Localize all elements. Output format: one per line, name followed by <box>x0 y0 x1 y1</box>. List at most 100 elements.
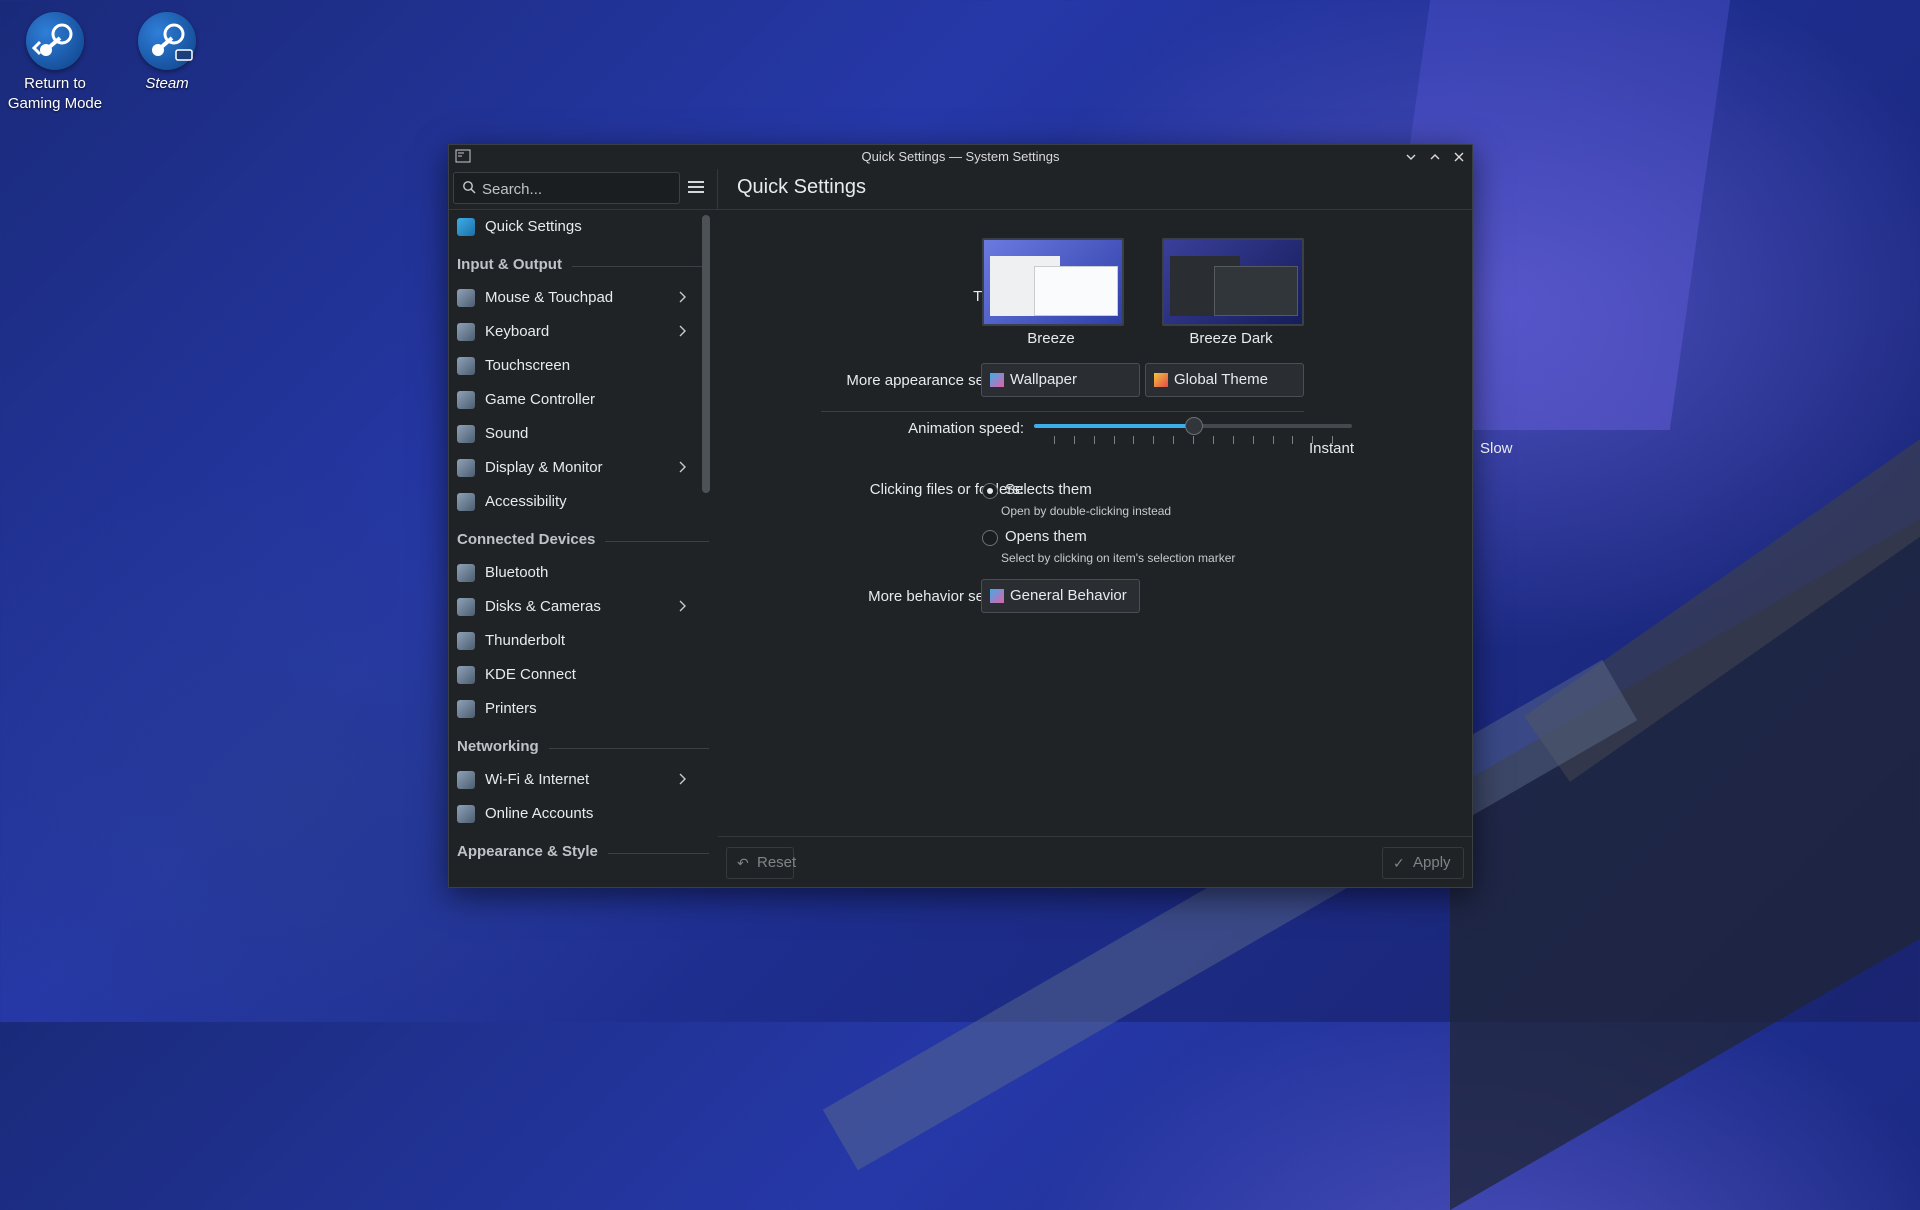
search-field[interactable] <box>453 172 680 204</box>
thunderbolt-icon <box>457 632 475 650</box>
sidebar-item-thunderbolt[interactable]: Thunderbolt <box>449 624 717 658</box>
chevron-down-icon <box>1406 154 1416 160</box>
apply-button[interactable]: ✓ Apply <box>1382 847 1464 879</box>
slider-tick <box>1113 436 1115 444</box>
sidebar-item-sound[interactable]: Sound <box>449 417 717 451</box>
maximize-button[interactable] <box>1426 148 1444 166</box>
slider-tick <box>1073 436 1075 444</box>
header-bar: Quick Settings <box>449 169 1472 210</box>
accounts-icon <box>457 805 475 823</box>
section-heading-text: Connected Devices <box>457 531 596 548</box>
radio-sublabel: Select by clicking on item's selection m… <box>1001 551 1236 565</box>
sidebar-item-touchscreen[interactable]: Touchscreen <box>449 349 717 383</box>
sidebar-item-mouse-touchpad[interactable]: Mouse & Touchpad <box>449 281 717 315</box>
animation-speed-slider[interactable] <box>1034 417 1352 435</box>
mouse-icon <box>457 289 475 307</box>
sidebar-item-display-monitor[interactable]: Display & Monitor <box>449 451 717 485</box>
sidebar-section-heading: Connected Devices <box>449 519 717 556</box>
section-rule <box>605 541 709 542</box>
chevron-right-icon <box>676 323 688 339</box>
theme-name: Breeze Dark <box>1189 330 1273 347</box>
radio-selects-them[interactable] <box>982 483 998 499</box>
chevron-right-icon <box>676 289 688 305</box>
theme-name: Breeze <box>1027 330 1075 347</box>
general-behavior-button[interactable]: General Behavior <box>981 579 1140 613</box>
touchscreen-icon <box>457 357 475 375</box>
search-icon <box>463 181 476 194</box>
sidebar-item-wi-fi-internet[interactable]: Wi-Fi & Internet <box>449 763 717 797</box>
desktop-icon-label: Steam <box>145 75 189 92</box>
sidebar-item-bluetooth[interactable]: Bluetooth <box>449 556 717 590</box>
sidebar-item-label: Printers <box>485 700 537 717</box>
desktop-icon-steam[interactable]: Steam <box>112 0 222 94</box>
sidebar-item-label: Display & Monitor <box>485 459 603 476</box>
sidebar-item-label: Bluetooth <box>485 564 549 581</box>
chevron-right-icon <box>676 459 688 475</box>
sidebar-item-quick-settings[interactable]: Quick Settings <box>449 210 717 244</box>
wallpaper-icon <box>990 373 1004 387</box>
radio-opens-them[interactable] <box>982 530 998 546</box>
sidebar-item-label: Thunderbolt <box>485 632 566 649</box>
disk-icon <box>457 598 475 616</box>
sidebar-section-heading: Appearance & Style <box>449 831 717 868</box>
hamburger-menu-icon[interactable] <box>686 177 706 197</box>
sidebar-item-online-accounts[interactable]: Online Accounts <box>449 797 717 831</box>
sidebar-item-kde-connect[interactable]: KDE Connect <box>449 658 717 692</box>
slider-tick <box>1053 436 1055 444</box>
section-rule <box>572 266 709 267</box>
monitor-icon <box>457 459 475 477</box>
general-behavior-icon <box>990 589 1004 603</box>
printer-icon <box>457 700 475 718</box>
chevron-right-icon <box>676 771 688 787</box>
sidebar-item-label: Touchscreen <box>485 357 571 374</box>
sidebar-item-label: Accessibility <box>485 493 567 510</box>
sidebar-scrollbar[interactable] <box>702 215 710 493</box>
section-divider <box>821 411 1304 412</box>
system-settings-window: Quick Settings — System Settings Quick S… <box>448 144 1513 888</box>
phone-icon <box>457 666 475 684</box>
keyboard-icon <box>457 323 475 341</box>
slider-fill <box>1034 424 1193 428</box>
section-heading-text: Networking <box>457 738 539 755</box>
theme-thumbnail-breeze[interactable] <box>982 238 1124 326</box>
search-input[interactable] <box>480 177 674 201</box>
slider-tick <box>1212 436 1214 444</box>
clicking-label: Clicking files or folders: <box>869 481 1024 498</box>
radio-label: Opens them <box>1005 528 1087 545</box>
slider-tick <box>1093 436 1095 444</box>
sidebar-item-disks-cameras[interactable]: Disks & Cameras <box>449 590 717 624</box>
slider-tick <box>1272 436 1274 444</box>
desktop-icon-label: Return to Gaming Mode <box>7 75 103 112</box>
slider-tick <box>1312 436 1314 444</box>
sidebar-item-accessibility[interactable]: Accessibility <box>449 485 717 519</box>
gamepad-icon <box>457 391 475 409</box>
accessibility-icon <box>457 493 475 511</box>
animation-speed-label: Animation speed: <box>908 420 1024 437</box>
reset-button[interactable]: ↶ Reset <box>726 847 796 879</box>
quick-settings-icon <box>457 218 475 236</box>
wallpaper-button[interactable]: Wallpaper <box>981 363 1140 397</box>
slider-tick <box>1332 436 1334 444</box>
slider-handle[interactable] <box>1185 417 1203 435</box>
sidebar: Quick Settings Input & Output Mouse & Tou… <box>449 210 717 887</box>
window-title: Quick Settings — System Settings <box>861 149 1060 164</box>
sidebar-item-game-controller[interactable]: Game Controller <box>449 383 717 417</box>
slider-tick <box>1133 436 1135 444</box>
slider-tick <box>1252 436 1254 444</box>
sidebar-item-label: Game Controller <box>485 391 596 408</box>
minimize-button[interactable] <box>1402 148 1420 166</box>
page-title: Quick Settings <box>737 176 866 198</box>
footer-bar: ↶ Reset ✓ Apply <box>718 836 1472 887</box>
sidebar-item-keyboard[interactable]: Keyboard <box>449 315 717 349</box>
section-rule <box>549 748 709 749</box>
close-button[interactable] <box>1450 148 1468 166</box>
sidebar-item-label: Sound <box>485 425 529 442</box>
sidebar-item-printers[interactable]: Printers <box>449 692 717 726</box>
theme-thumbnail-breeze-dark[interactable] <box>1162 238 1304 326</box>
global-theme-button[interactable]: Global Theme <box>1145 363 1304 397</box>
global-theme-icon <box>1154 373 1168 387</box>
desktop-icon-return-gaming[interactable]: Return to Gaming Mode <box>0 0 110 114</box>
slider-tick <box>1153 436 1155 444</box>
header-divider <box>717 169 718 209</box>
sidebar-section-heading: Input & Output <box>449 244 717 281</box>
